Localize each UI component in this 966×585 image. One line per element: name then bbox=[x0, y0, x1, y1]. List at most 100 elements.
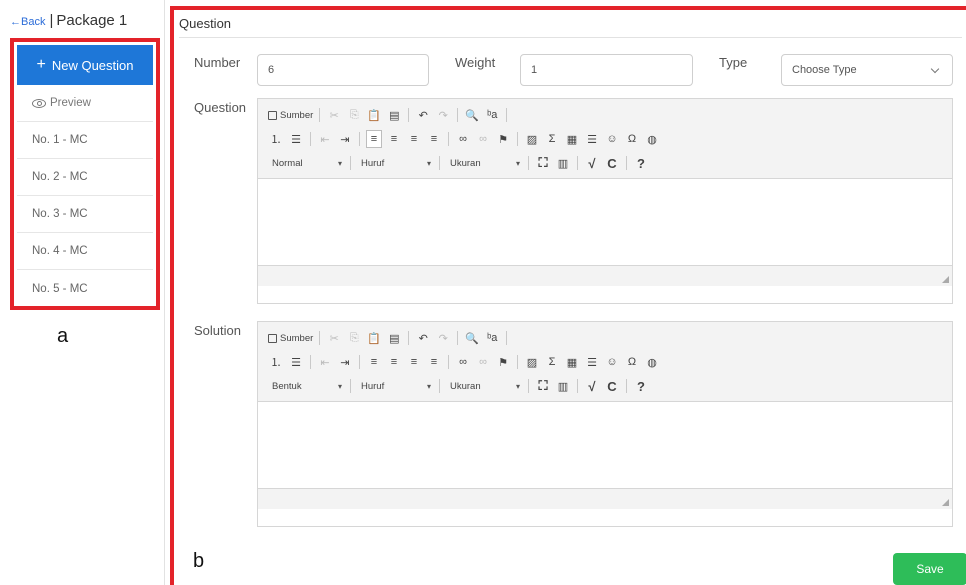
solution-editor: Sumber ✂ ⎘ 📋 ▤ ↶ ↷ 🔍 ᵇa ⒈ ☰ ⇤ ⇥ ≡ ≡ ≡ ≡ … bbox=[257, 321, 953, 527]
find-icon[interactable]: 🔍 bbox=[464, 329, 480, 347]
align-right-icon[interactable]: ≡ bbox=[406, 130, 422, 148]
source-button[interactable]: Sumber bbox=[268, 110, 313, 121]
chevron-down-icon bbox=[930, 64, 940, 73]
show-blocks-icon[interactable]: ▥ bbox=[555, 377, 571, 395]
weight-input[interactable]: 1 bbox=[520, 54, 693, 86]
cut-icon[interactable]: ✂ bbox=[326, 329, 342, 347]
resize-handle-icon[interactable] bbox=[942, 499, 949, 506]
decrease-indent-icon[interactable]: ⇤ bbox=[317, 353, 333, 371]
sidebar-item-question-4[interactable]: No. 4 - MC bbox=[17, 233, 153, 270]
solution-edit-area[interactable] bbox=[258, 402, 952, 489]
show-blocks-icon[interactable]: ▥ bbox=[555, 154, 571, 172]
table-icon[interactable]: ▦ bbox=[564, 130, 580, 148]
special-char-omega-icon[interactable]: Ω bbox=[624, 130, 640, 148]
align-center-icon[interactable]: ≡ bbox=[386, 353, 402, 371]
smiley-icon[interactable]: ☺ bbox=[604, 353, 620, 371]
undo-icon[interactable]: ↶ bbox=[415, 329, 431, 347]
anchor-flag-icon[interactable]: ⚑ bbox=[495, 353, 511, 371]
paste-from-word-icon[interactable]: ▤ bbox=[386, 329, 402, 347]
back-link[interactable]: ←Back bbox=[10, 16, 45, 28]
align-left-icon[interactable]: ≡ bbox=[366, 130, 382, 148]
save-button[interactable]: Save bbox=[893, 553, 966, 585]
preview-button[interactable]: Preview bbox=[17, 85, 153, 122]
paste-icon[interactable]: 📋 bbox=[366, 106, 382, 124]
solution-editor-toolbar: Sumber ✂ ⎘ 📋 ▤ ↶ ↷ 🔍 ᵇa ⒈ ☰ ⇤ ⇥ ≡ ≡ ≡ ≡ … bbox=[258, 322, 952, 402]
number-input[interactable]: 6 bbox=[257, 54, 429, 86]
maximize-icon[interactable]: ⛶ bbox=[535, 154, 551, 172]
copy-icon[interactable]: ⎘ bbox=[346, 106, 362, 124]
font-combo[interactable]: Huruf ▾ bbox=[357, 155, 433, 171]
size-combo[interactable]: Ukuran ▾ bbox=[446, 155, 522, 171]
copy-icon[interactable]: ⎘ bbox=[346, 329, 362, 347]
numbered-list-icon[interactable]: ⒈ bbox=[268, 353, 284, 371]
sidebar-item-question-2[interactable]: No. 2 - MC bbox=[17, 159, 153, 196]
increase-indent-icon[interactable]: ⇥ bbox=[337, 353, 353, 371]
replace-icon[interactable]: ᵇa bbox=[484, 106, 500, 124]
align-right-icon[interactable]: ≡ bbox=[406, 353, 422, 371]
toolbar-separator bbox=[439, 379, 440, 393]
link-icon[interactable]: ∞ bbox=[455, 353, 471, 371]
undo-icon[interactable]: ↶ bbox=[415, 106, 431, 124]
globe-icon[interactable]: ◍ bbox=[644, 130, 660, 148]
anchor-flag-icon[interactable]: ⚑ bbox=[495, 130, 511, 148]
size-combo[interactable]: Ukuran ▾ bbox=[446, 378, 522, 394]
justify-icon[interactable]: ≡ bbox=[426, 353, 442, 371]
math-sigma-icon[interactable]: Σ bbox=[544, 130, 560, 148]
table-icon[interactable]: ▦ bbox=[564, 353, 580, 371]
increase-indent-icon[interactable]: ⇥ bbox=[337, 130, 353, 148]
image-icon[interactable]: ▨ bbox=[524, 353, 540, 371]
toolbar-separator bbox=[359, 132, 360, 146]
redo-icon[interactable]: ↷ bbox=[435, 106, 451, 124]
help-icon[interactable]: ? bbox=[633, 377, 649, 395]
source-label: Sumber bbox=[280, 109, 314, 121]
globe-icon[interactable]: ◍ bbox=[644, 353, 660, 371]
decrease-indent-icon[interactable]: ⇤ bbox=[317, 130, 333, 148]
special-char-omega-icon[interactable]: Ω bbox=[624, 353, 640, 371]
link-icon[interactable]: ∞ bbox=[455, 130, 471, 148]
source-button[interactable]: Sumber bbox=[268, 333, 313, 344]
solution-label: Solution bbox=[194, 323, 241, 338]
smiley-icon[interactable]: ☺ bbox=[604, 130, 620, 148]
toolbar-separator bbox=[408, 108, 410, 122]
sidebar-item-question-3[interactable]: No. 3 - MC bbox=[17, 196, 153, 233]
horizontal-line-icon[interactable]: ☰ bbox=[584, 353, 600, 371]
toolbar-separator bbox=[408, 331, 410, 345]
question-edit-area[interactable] bbox=[258, 179, 952, 266]
replace-icon[interactable]: ᵇa bbox=[484, 329, 500, 347]
paste-from-word-icon[interactable]: ▤ bbox=[386, 106, 402, 124]
help-icon[interactable]: ? bbox=[633, 154, 649, 172]
numbered-list-icon[interactable]: ⒈ bbox=[268, 130, 284, 148]
chem-icon[interactable]: C bbox=[604, 377, 620, 395]
bulleted-list-icon[interactable]: ☰ bbox=[288, 130, 304, 148]
unlink-icon[interactable]: ∞ bbox=[475, 353, 491, 371]
redo-icon[interactable]: ↷ bbox=[435, 329, 451, 347]
find-icon[interactable]: 🔍 bbox=[464, 106, 480, 124]
resize-handle-icon[interactable] bbox=[942, 276, 949, 283]
new-question-button[interactable]: + New Question bbox=[17, 45, 153, 85]
size-combo-value: Ukuran bbox=[450, 380, 481, 392]
cut-icon[interactable]: ✂ bbox=[326, 106, 342, 124]
unlink-icon[interactable]: ∞ bbox=[475, 130, 491, 148]
font-combo[interactable]: Huruf ▾ bbox=[357, 378, 433, 394]
format-combo[interactable]: Bentuk ▾ bbox=[268, 378, 344, 394]
math-sigma-icon[interactable]: Σ bbox=[544, 353, 560, 371]
justify-icon[interactable]: ≡ bbox=[426, 130, 442, 148]
image-icon[interactable]: ▨ bbox=[524, 130, 540, 148]
align-left-icon[interactable]: ≡ bbox=[366, 353, 382, 371]
format-combo[interactable]: Normal ▾ bbox=[268, 155, 344, 171]
paste-icon[interactable]: 📋 bbox=[366, 329, 382, 347]
sidebar-item-question-5[interactable]: No. 5 - MC bbox=[17, 270, 153, 307]
toolbar-separator bbox=[517, 132, 518, 146]
math-root-icon[interactable]: √ bbox=[584, 154, 600, 172]
source-label: Sumber bbox=[280, 332, 314, 344]
chem-icon[interactable]: C bbox=[604, 154, 620, 172]
list-item-label: No. 4 - MC bbox=[32, 245, 88, 257]
math-root-icon[interactable]: √ bbox=[584, 377, 600, 395]
bulleted-list-icon[interactable]: ☰ bbox=[288, 353, 304, 371]
sidebar-item-question-1[interactable]: No. 1 - MC bbox=[17, 122, 153, 159]
toolbar-separator bbox=[528, 379, 529, 393]
maximize-icon[interactable]: ⛶ bbox=[535, 377, 551, 395]
align-center-icon[interactable]: ≡ bbox=[386, 130, 402, 148]
horizontal-line-icon[interactable]: ☰ bbox=[584, 130, 600, 148]
type-select[interactable]: Choose Type bbox=[781, 54, 953, 86]
